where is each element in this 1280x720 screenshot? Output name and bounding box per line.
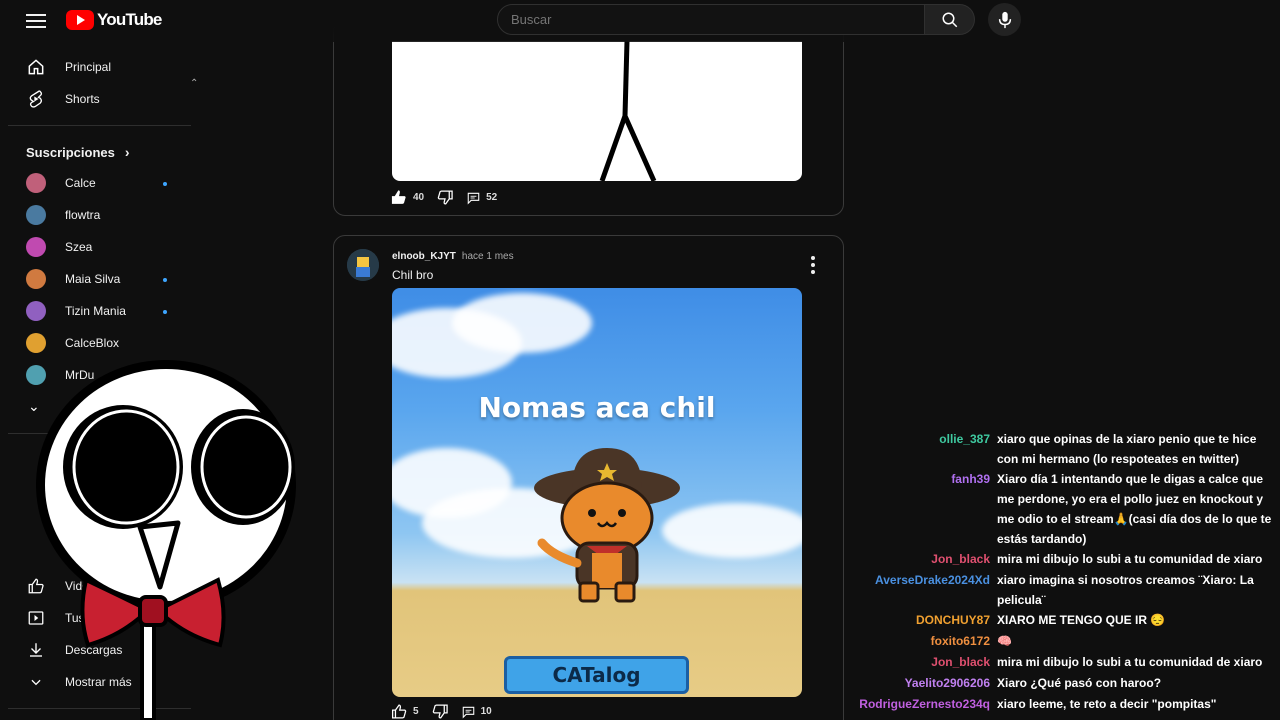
post-actions: 5 10 (390, 703, 504, 720)
chat-username[interactable]: DONCHUY87 (916, 610, 990, 630)
sidebar-divider (8, 125, 191, 126)
youtube-logo[interactable]: YouTube (66, 10, 162, 30)
post-actions: 40 52 (390, 189, 509, 206)
catalog-banner: CATalog (504, 656, 689, 694)
community-post: 40 52 (333, 20, 844, 216)
streamer-avatar-character (36, 360, 296, 720)
live-dot (163, 182, 167, 186)
menu-icon[interactable] (26, 11, 46, 29)
post-text: Chil bro (392, 268, 434, 282)
like-button[interactable]: 5 (390, 703, 419, 720)
comment-count: 52 (486, 192, 498, 203)
subscription-label: Szea (65, 240, 93, 254)
top-bar: YouTube (0, 0, 1280, 42)
search-icon (942, 12, 957, 27)
post-time: hace 1 mes (461, 251, 514, 262)
subscription-item[interactable]: Maia Silva (26, 268, 176, 290)
avatar (26, 205, 46, 225)
thumbs-down-icon (432, 704, 448, 719)
avatar (26, 333, 46, 353)
avatar (26, 269, 46, 289)
post-image[interactable] (392, 41, 802, 181)
chat-text: mira mi dibujo lo subi a tu comunidad de… (997, 655, 1263, 669)
author-avatar[interactable] (347, 249, 379, 281)
thumbs-up-icon (391, 190, 406, 204)
author-name[interactable]: elnoob_KJYT (392, 251, 456, 262)
thumbs-up-icon (391, 704, 407, 719)
stick-figure-drawing (599, 41, 657, 181)
sidebar-item-label: Shorts (65, 92, 100, 106)
search-input[interactable] (497, 4, 925, 35)
chat-text: XIARO ME TENGO QUE IR 😔 (997, 613, 1166, 627)
subscription-item[interactable]: Szea (26, 236, 176, 258)
community-post: elnoob_KJYT hace 1 mes Chil bro Nomas aca… (333, 235, 844, 720)
subscription-item[interactable]: Calce (26, 172, 176, 194)
chat-username[interactable]: fanh39 (951, 469, 990, 489)
chat-text: Xiaro día 1 intentando que le digas a ca… (997, 472, 1272, 546)
subscription-label: flowtra (65, 208, 101, 222)
chat-text: Xiaro ¿Qué pasó con haroo? (997, 676, 1162, 690)
avatar (26, 301, 46, 321)
subscription-item[interactable]: flowtra (26, 204, 176, 226)
chat-text: xiaro leeme, te reto a decir "pompitas" (997, 697, 1217, 711)
sidebar-item-shorts[interactable]: Shorts (26, 85, 100, 113)
logo-text: YouTube (97, 10, 162, 29)
chat-text: mira mi dibujo lo subi a tu comunidad de… (997, 552, 1263, 566)
dislike-button[interactable] (431, 703, 449, 720)
comments-button[interactable]: 52 (466, 191, 497, 205)
sidebar-item-label: Principal (65, 60, 112, 74)
post-author-line: elnoob_KJYT hace 1 mes (392, 251, 514, 262)
avatar (26, 237, 46, 257)
voice-search-button[interactable] (988, 3, 1021, 36)
scroll-up-icon[interactable]: ⌃ (190, 78, 198, 89)
subscriptions-header[interactable]: Suscripciones › (26, 144, 130, 160)
comment-count: 10 (480, 706, 492, 717)
chat-username[interactable]: ollie_387 (939, 429, 990, 449)
comment-icon (462, 706, 474, 719)
subscription-item[interactable]: Tizin Mania (26, 300, 176, 322)
avatar (26, 173, 46, 193)
subscription-label: Tizin Mania (65, 304, 126, 318)
search-bar (497, 4, 975, 35)
chat-username[interactable]: RodrigueZernesto234q (859, 694, 990, 714)
dislike-button[interactable] (436, 189, 454, 206)
like-button[interactable]: 40 (390, 189, 424, 206)
microphone-icon (998, 11, 1011, 28)
chat-username[interactable]: foxito6172 (931, 631, 990, 651)
image-caption: Nomas aca chil (478, 391, 716, 424)
subscription-label: CalceBlox (65, 336, 120, 350)
home-icon (26, 57, 46, 77)
like-count: 5 (413, 706, 419, 717)
chat-text: xiaro imagina si nosotros creamos ¨Xiaro… (997, 573, 1254, 607)
chat-text: 🧠 (997, 634, 1012, 648)
subscriptions-title: Suscripciones (26, 144, 115, 160)
chat-text: xiaro que opinas de la xiaro penio que t… (997, 432, 1257, 466)
live-dot (163, 310, 167, 314)
chevron-right-icon: › (124, 144, 130, 160)
subscription-label: Calce (65, 176, 96, 190)
live-dot (163, 278, 167, 282)
chat-username[interactable]: AverseDrake2024Xd (875, 570, 990, 590)
comments-button[interactable]: 10 (461, 705, 492, 719)
shorts-icon (26, 89, 46, 109)
like-count: 40 (413, 192, 425, 203)
sidebar-item-home[interactable]: Principal (26, 53, 111, 81)
subscription-item[interactable]: CalceBlox (26, 332, 176, 354)
youtube-play-icon (66, 10, 94, 30)
subscription-label: Maia Silva (65, 272, 121, 286)
cowboy-cat-illustration (534, 448, 680, 603)
chat-username[interactable]: Jon_black (931, 652, 990, 672)
thumbs-down-icon (437, 190, 453, 205)
chat-username[interactable]: Jon_black (931, 549, 990, 569)
cloud (662, 503, 802, 558)
comment-icon (467, 192, 480, 205)
search-button[interactable] (925, 4, 975, 35)
more-options-icon[interactable] (810, 256, 816, 274)
chat-username[interactable]: Yaelito2906206 (905, 673, 990, 693)
cloud (452, 293, 592, 353)
post-image[interactable]: Nomas aca chil CATalog (392, 288, 802, 697)
